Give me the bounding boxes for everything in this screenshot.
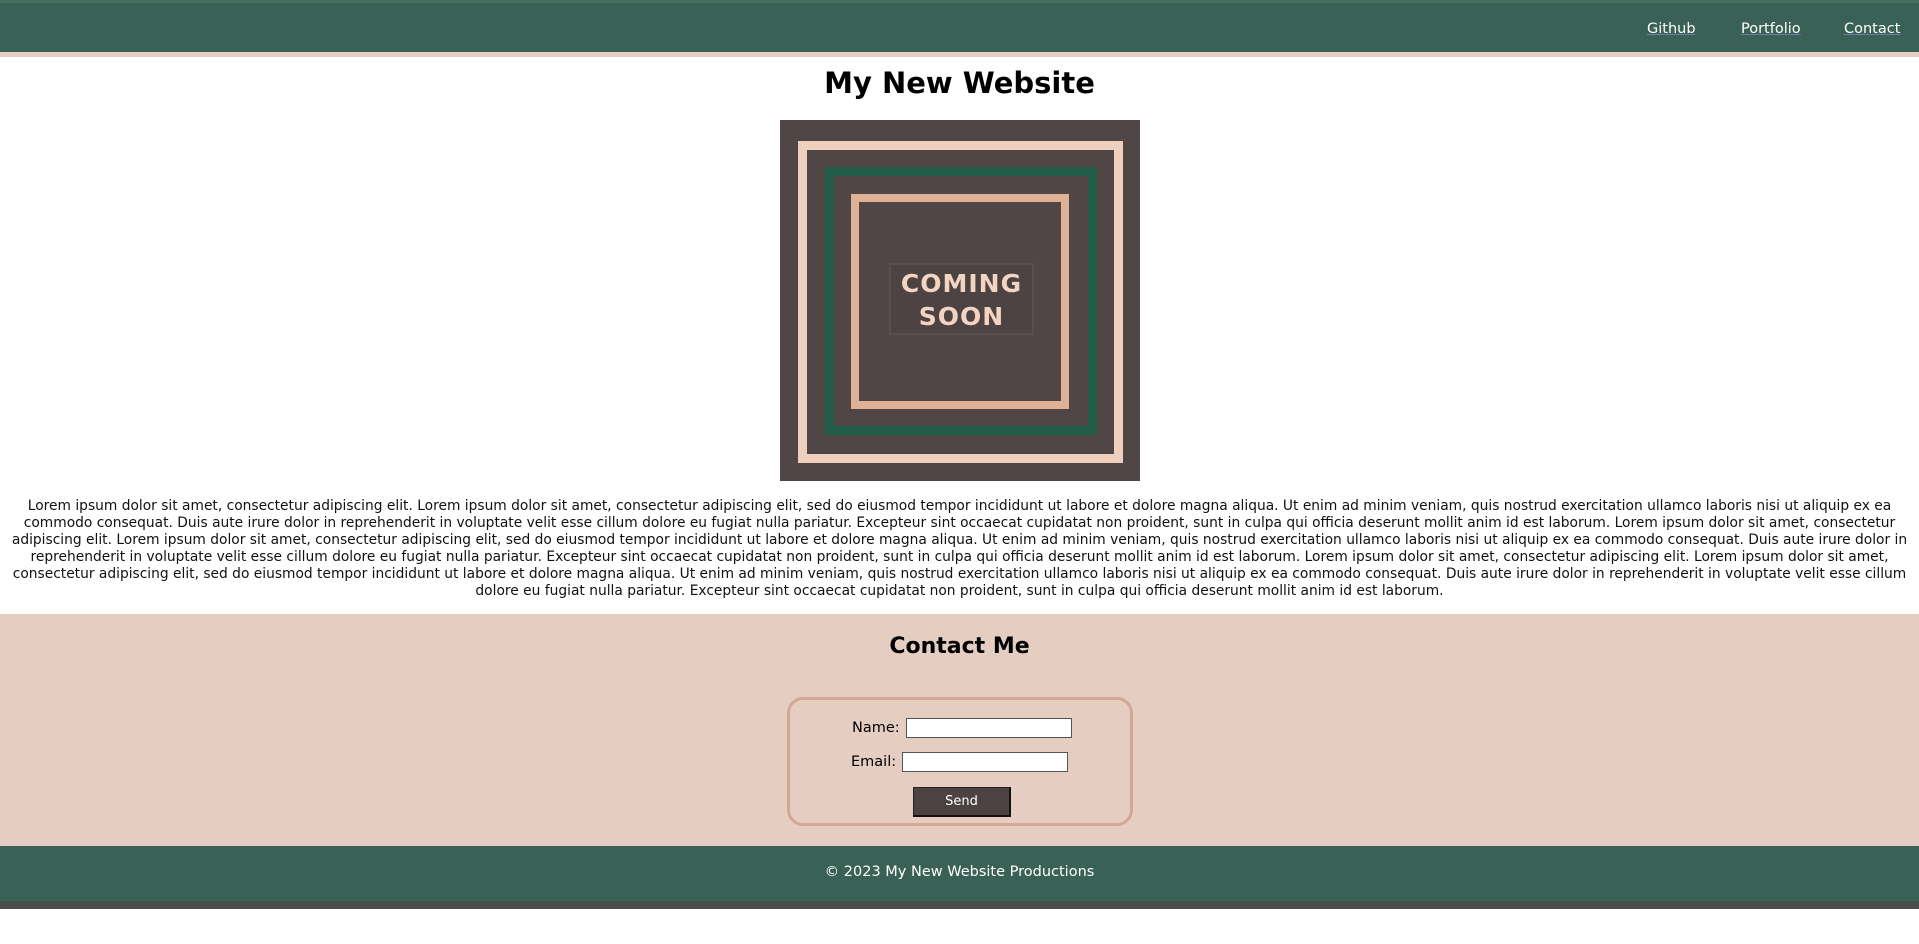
send-button[interactable]: Send [913, 787, 1011, 817]
name-label: Name: [852, 720, 900, 736]
coming-soon-image: COMING SOON [780, 120, 1140, 481]
contact-section: Contact Me Name: Email: Send [0, 614, 1919, 846]
nav-link-portfolio[interactable]: Portfolio [1741, 21, 1801, 37]
name-field[interactable] [905, 718, 1072, 738]
contact-form: Name: Email: Send [787, 697, 1133, 826]
intro-paragraph: Lorem ipsum dolor sit amet, consectetur … [11, 498, 1908, 599]
coming-soon-label: COMING SOON [889, 263, 1034, 335]
top-navbar: Github Portfolio Contact [0, 0, 1919, 57]
footer-copyright: © 2023 My New Website Productions [824, 864, 1095, 880]
name-row: Name: [852, 718, 1072, 738]
email-field[interactable] [902, 752, 1069, 772]
page-title: My New Website [824, 66, 1095, 100]
contact-heading: Contact Me [889, 634, 1030, 659]
footer: © 2023 My New Website Productions [0, 846, 1919, 909]
email-row: Email: [851, 752, 1069, 772]
nav-link-github[interactable]: Github [1647, 21, 1696, 37]
nav-link-contact[interactable]: Contact [1844, 21, 1900, 37]
email-label: Email: [851, 754, 897, 770]
